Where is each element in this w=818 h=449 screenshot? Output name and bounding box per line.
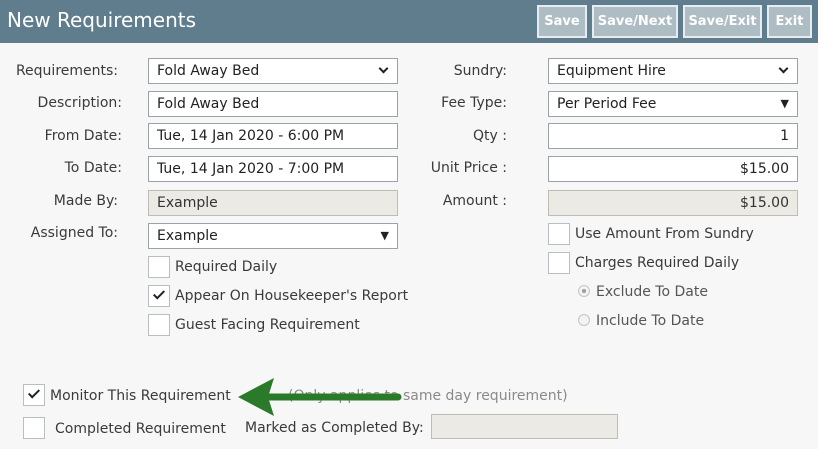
marked-completed-by-field (431, 414, 618, 439)
save-button[interactable]: Save (537, 5, 587, 38)
required-daily-checkbox[interactable] (148, 256, 170, 278)
marked-completed-by-label: Marked as Completed By: (245, 420, 424, 436)
include-to-date-radio[interactable] (578, 314, 590, 326)
completed-checkbox[interactable] (23, 417, 45, 439)
requirements-select[interactable]: Fold Away Bed (148, 58, 398, 84)
caret-down-icon: ▼ (780, 97, 789, 110)
sundry-label: Sundry: (453, 63, 507, 79)
qty-label: Qty : (473, 128, 507, 144)
amount-label: Amount : (442, 193, 507, 209)
monitor-checkbox[interactable] (23, 384, 45, 406)
arrow-left-icon (238, 378, 402, 416)
requirements-label: Requirements: (15, 63, 118, 79)
save-exit-button[interactable]: Save/Exit (683, 5, 762, 38)
required-daily-label: Required Daily (175, 259, 278, 275)
checkmark-icon (27, 386, 41, 399)
sundry-select[interactable]: Equipment Hire (548, 58, 798, 84)
use-amount-label: Use Amount From Sundry (575, 226, 754, 242)
fee-type-select[interactable]: Per Period Fee ▼ (548, 91, 798, 117)
housekeeper-report-checkbox[interactable] (148, 285, 170, 307)
page-title: New Requirements (7, 8, 197, 32)
requirements-value: Fold Away Bed (157, 63, 260, 79)
description-label: Description: (37, 95, 122, 111)
amount-field: $15.00 (548, 190, 798, 216)
qty-input[interactable]: 1 (548, 123, 798, 149)
caret-down-icon: ▼ (380, 229, 389, 242)
to-date-input[interactable]: Tue, 14 Jan 2020 - 7:00 PM (148, 156, 398, 182)
to-date-label: To Date: (64, 160, 122, 176)
exclude-to-date-radio[interactable] (578, 285, 590, 297)
fee-type-label: Fee Type: (441, 95, 507, 111)
exit-button[interactable]: Exit (767, 5, 812, 38)
fee-type-value: Per Period Fee (557, 96, 657, 112)
completed-label: Completed Requirement (55, 421, 226, 437)
header-bar: New Requirements Save Save/Next Save/Exi… (0, 0, 818, 43)
use-amount-checkbox[interactable] (548, 223, 570, 245)
guest-facing-label: Guest Facing Requirement (175, 317, 360, 333)
unit-price-input[interactable]: $15.00 (548, 156, 798, 182)
exclude-to-date-label: Exclude To Date (596, 284, 708, 300)
description-input[interactable]: Fold Away Bed (148, 91, 398, 117)
unit-price-label: Unit Price : (430, 160, 507, 176)
guest-facing-checkbox[interactable] (148, 314, 170, 336)
charges-daily-checkbox[interactable] (548, 252, 570, 274)
from-date-label: From Date: (44, 128, 122, 144)
assigned-to-label: Assigned To: (30, 225, 118, 241)
assigned-to-select[interactable]: Example ▼ (148, 223, 398, 249)
made-by-label: Made By: (53, 193, 118, 209)
sundry-value: Equipment Hire (557, 63, 666, 79)
charges-daily-label: Charges Required Daily (575, 255, 740, 271)
save-next-button[interactable]: Save/Next (592, 5, 678, 38)
made-by-field: Example (148, 190, 398, 216)
radio-dot-icon (582, 289, 586, 293)
housekeeper-report-label: Appear On Housekeeper's Report (175, 288, 409, 304)
assigned-to-value: Example (157, 228, 218, 244)
include-to-date-label: Include To Date (596, 313, 705, 329)
chevron-down-icon (778, 63, 789, 74)
monitor-label: Monitor This Requirement (50, 388, 231, 404)
from-date-input[interactable]: Tue, 14 Jan 2020 - 6:00 PM (148, 123, 398, 149)
checkmark-icon (152, 287, 166, 300)
chevron-down-icon (378, 63, 389, 74)
